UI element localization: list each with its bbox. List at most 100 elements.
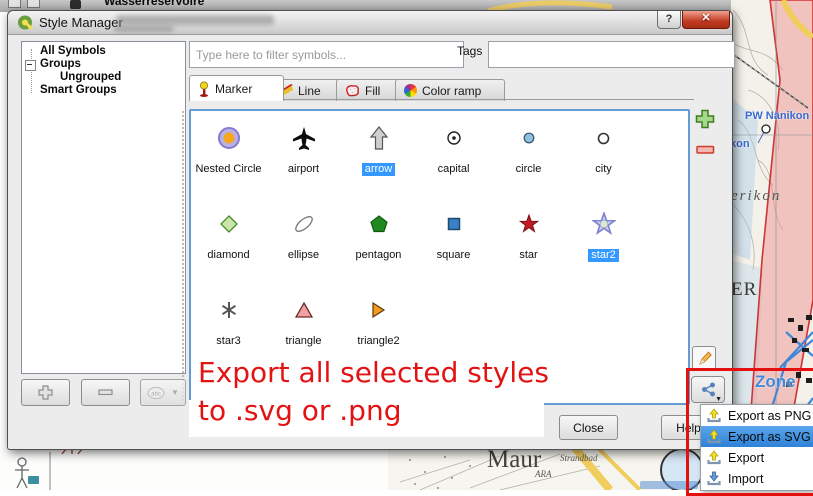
share-icon [700,382,717,397]
filter-symbols-input[interactable] [189,41,464,68]
title-bar[interactable]: Style Manager ? ✕ [8,11,732,35]
add-item-button[interactable] [695,109,715,129]
symbol-label: capital [435,163,473,176]
symbol-item-nested-circle[interactable]: Nested Circle [191,111,266,197]
arrow-symbol-icon [341,117,416,159]
symbol-item-arrow[interactable]: arrow [341,111,416,197]
symbol-item-city[interactable]: city [566,111,641,197]
symbol-label: star [516,249,540,262]
sidebar-item-groups[interactable]: Groups [40,58,81,70]
tab-label: Fill [365,84,380,98]
map-label-maur: Maur [487,448,541,474]
nested-circle-symbol-icon [191,117,266,159]
titlebar-help-button[interactable]: ? [657,11,681,29]
symbol-item-square[interactable]: square [416,197,491,283]
export-icon [706,408,722,424]
menu-item-export-as-svg[interactable]: Export as SVG [701,426,813,447]
remove-item-button[interactable] [696,145,715,155]
pentagon-symbol-icon [341,203,416,245]
export-dropdown-menu: Export as PNG Export as SVG Export Impor… [700,404,813,491]
menu-item-import[interactable]: Import [701,468,813,489]
tags-input[interactable] [488,41,735,68]
green-plus-icon [695,109,715,129]
close-icon[interactable]: ✕ [682,11,730,29]
remove-group-button[interactable] [81,379,130,406]
menu-item-label: Export [728,451,764,465]
panel-splitter[interactable] [182,111,184,401]
map-label-er: ER [731,279,757,301]
minus-icon [98,389,113,396]
tree-guide-line [31,49,32,93]
star3-symbol-icon [191,289,266,331]
color-ramp-tab-icon [404,84,417,97]
marker-tab-icon [198,81,210,97]
export-icon [706,429,722,445]
background-map-right: PW Nänikon ikon erikon ER Zone [728,0,813,452]
symbol-item-diamond[interactable]: diamond [191,197,266,283]
tab-color-ramp[interactable]: Color ramp [395,79,505,101]
groups-tree-panel: All Symbols Groups Ungrouped Smart Group… [21,41,186,374]
background-map-bottom: Maur Strandbad ARA [0,448,813,490]
chevron-down-icon: ▼ [715,396,722,403]
symbol-label: city [592,163,615,176]
qgis-app-icon [17,15,33,30]
capital-symbol-icon [416,117,491,159]
symbol-item-capital[interactable]: capital [416,111,491,197]
map-label-strandbad: Strandbad [560,453,598,463]
chevron-down-icon: ▼ [171,388,179,397]
annotation-line2: to .svg or .png [198,394,401,427]
symbol-item-airport[interactable]: airport [266,111,341,197]
menu-item-label: Export as SVG [728,430,811,444]
edit-item-button[interactable] [692,346,716,370]
symbol-item-circle[interactable]: circle [491,111,566,197]
export-icon [706,450,722,466]
tab-label: Color ramp [422,84,481,98]
sidebar-item-smart-groups[interactable]: Smart Groups [40,84,117,96]
symbol-label: ellipse [285,249,322,262]
symbol-label: square [434,249,474,262]
ellipse-symbol-icon [266,203,341,245]
modify-group-button[interactable]: abc ▼ [140,379,186,406]
menu-item-export[interactable]: Export [701,447,813,468]
sidebar-item-all-symbols[interactable]: All Symbols [40,45,106,57]
redacted-text-blur [116,15,274,25]
square-symbol-icon [416,203,491,245]
fill-tab-icon [345,84,360,97]
symbol-label: airport [285,163,322,176]
pencil-icon [697,351,712,366]
close-button[interactable]: Close [559,415,618,440]
menu-item-label: Export as PNG [728,409,811,423]
window-title: Style Manager [39,15,123,30]
triangle2-symbol-icon [341,289,416,331]
menu-item-label: Import [728,472,763,486]
sidebar-item-ungrouped[interactable]: Ungrouped [60,71,121,83]
map-label-pw-nanikon: PW Nänikon [745,110,809,122]
symbol-label: Nested Circle [192,163,264,176]
symbol-label: circle [513,163,545,176]
circle-symbol-icon [491,117,566,159]
airport-symbol-icon [266,117,341,159]
tag-abc-icon: abc [147,386,169,400]
map-label-zone: Zone [755,372,796,392]
symbol-item-star[interactable]: star [491,197,566,283]
symbol-label: diamond [204,249,252,262]
plus-icon [38,385,53,400]
triangle-symbol-icon [266,289,341,331]
map-label-ara: ARA [535,469,552,479]
symbol-label: triangle2 [354,335,402,348]
symbol-item-ellipse[interactable]: ellipse [266,197,341,283]
symbol-item-pentagon[interactable]: pentagon [341,197,416,283]
tab-label: Line [298,84,321,98]
symbol-label: star2 [588,249,618,262]
share-button[interactable]: ▼ [691,376,725,403]
tab-marker[interactable]: Marker [189,75,284,101]
symbol-label: pentagon [353,249,405,262]
symbol-label: star3 [213,335,243,348]
symbol-item-star2[interactable]: star2 [566,197,641,283]
add-group-button[interactable] [21,379,70,406]
annotation-line1: Export all selected styles [198,356,549,389]
import-icon [706,471,722,487]
tags-label: Tags [457,44,482,58]
tree-collapse-icon[interactable] [25,60,36,71]
menu-item-export-as-png[interactable]: Export as PNG [701,405,813,426]
